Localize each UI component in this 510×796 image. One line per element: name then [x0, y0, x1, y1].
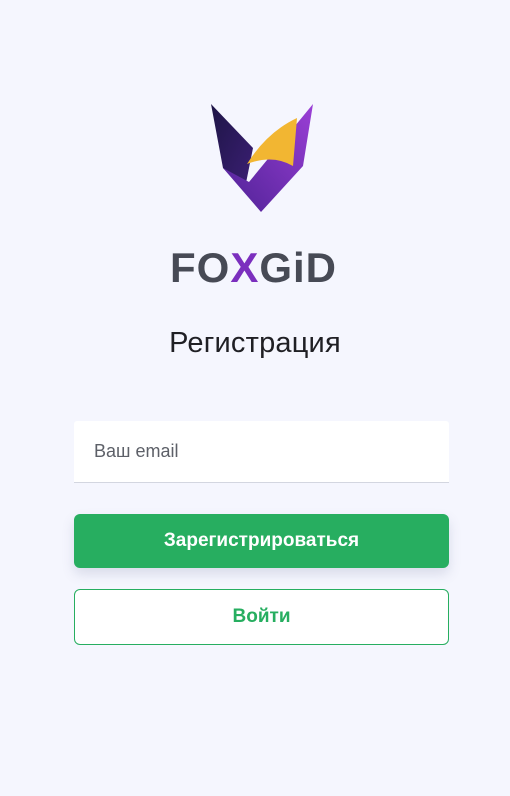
email-field[interactable] [74, 421, 449, 483]
svg-text:FOXGiD: FOXGiD [170, 248, 337, 286]
fox-logo-icon [211, 104, 313, 212]
foxgid-wordmark-logo: FOXGiD [170, 248, 337, 286]
registration-page: FOXGiD Регистрация Зарегистрироваться Во… [0, 0, 510, 796]
register-button[interactable]: Зарегистрироваться [74, 514, 449, 568]
page-title: Регистрация [169, 327, 341, 359]
login-button[interactable]: Войти [74, 589, 449, 645]
